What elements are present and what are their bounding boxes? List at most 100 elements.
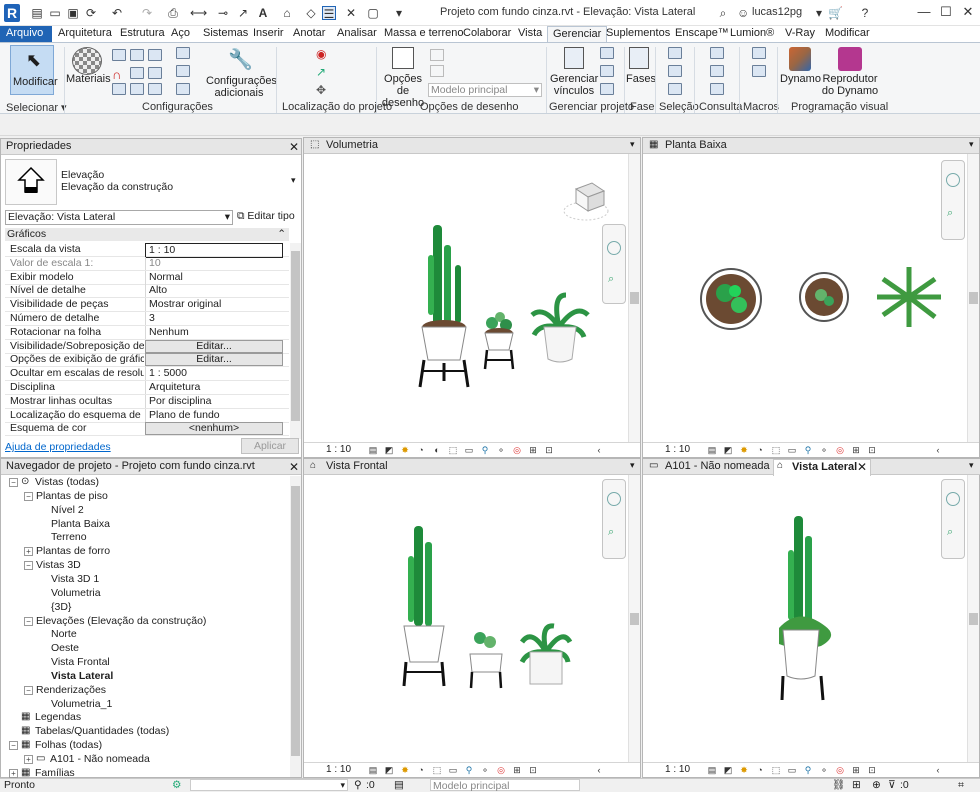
wrench-icon[interactable]: 🔧: [228, 47, 253, 72]
zoom-icon[interactable]: ⌕: [947, 526, 953, 539]
steering-wheel-icon[interactable]: [607, 241, 621, 255]
lock-icon[interactable]: ⚲: [464, 765, 474, 775]
analysis-icon[interactable]: ⊡: [867, 445, 877, 455]
project-units-icon[interactable]: [176, 47, 190, 59]
tab-estrutura[interactable]: Estrutura: [120, 26, 165, 42]
property-value[interactable]: Nenhum: [145, 325, 283, 339]
select-links-icon[interactable]: ⛓: [832, 779, 845, 791]
collapse-icon[interactable]: −: [9, 741, 18, 751]
worksharing-icon[interactable]: ⊞: [528, 445, 538, 455]
zoom-icon[interactable]: ⌕: [608, 526, 614, 539]
view-scrollbar[interactable]: [628, 154, 640, 442]
property-value[interactable]: Mostrar original: [145, 298, 283, 312]
macro-security-icon[interactable]: [752, 65, 766, 77]
shadows-icon[interactable]: ◔: [416, 765, 426, 775]
folder-icon[interactable]: ▭: [48, 6, 62, 20]
phases-icon[interactable]: [629, 47, 649, 69]
expand-icon[interactable]: +: [24, 755, 33, 764]
snaps-icon[interactable]: [130, 49, 144, 61]
help-icon[interactable]: ?: [858, 6, 872, 20]
view-vista-lateral[interactable]: A101 - Não nomeada ▭ Vista Lateral ⌂ ✕ ▾…: [642, 458, 980, 778]
tab-vista[interactable]: Vista: [518, 26, 542, 42]
property-value[interactable]: 1 : 5000: [145, 367, 283, 381]
lock-icon[interactable]: ⚲: [803, 765, 813, 775]
close-icon[interactable]: ✕: [857, 460, 867, 474]
undo-icon[interactable]: ↶: [110, 6, 124, 20]
view-scrollbar[interactable]: [967, 154, 979, 442]
scroll-left-icon[interactable]: ‹: [594, 765, 604, 775]
design-option-status-select[interactable]: Modelo principal: [430, 779, 580, 792]
section-icon[interactable]: ◇: [304, 6, 318, 20]
tab-lumion[interactable]: Lumion®: [730, 26, 774, 42]
tab-inserir[interactable]: Inserir: [253, 26, 284, 42]
navigation-bar[interactable]: ⌕: [602, 479, 626, 559]
lock-icon[interactable]: ⚲: [803, 445, 813, 455]
property-edit-button[interactable]: Editar...: [145, 353, 283, 367]
planta-canvas[interactable]: [643, 155, 968, 443]
frontal-canvas[interactable]: [304, 476, 629, 763]
zoom-icon[interactable]: ⌕: [947, 207, 953, 220]
dimension-icon[interactable]: ⊸: [216, 6, 230, 20]
tab-anotar[interactable]: Anotar: [293, 26, 325, 42]
detail-level-icon[interactable]: ▤: [707, 445, 717, 455]
property-row[interactable]: Esquema de cor <nenhum>: [5, 422, 289, 437]
close-button[interactable]: ✕: [958, 4, 978, 22]
phases-button[interactable]: Fases: [626, 73, 656, 85]
render-icon[interactable]: ◐: [432, 445, 442, 455]
editable-only-icon[interactable]: ⚲: [354, 779, 362, 791]
collapse-icon[interactable]: −: [24, 685, 33, 695]
tree-item[interactable]: Vistas 3D: [36, 559, 81, 572]
chevron-down-icon[interactable]: ▾: [630, 139, 635, 150]
expand-icon[interactable]: +: [24, 547, 33, 557]
location-icon[interactable]: ◉: [316, 47, 326, 61]
property-value[interactable]: Normal: [145, 270, 283, 284]
property-value[interactable]: 3: [145, 312, 283, 325]
additional-settings-button[interactable]: Configurações adicionais: [206, 75, 277, 99]
search-icon[interactable]: ⌕: [716, 6, 730, 20]
tree-item[interactable]: Volumetria_1: [51, 698, 112, 711]
analysis-icon[interactable]: ⊡: [544, 445, 554, 455]
measure-icon[interactable]: ⟷: [190, 6, 207, 20]
object-styles-icon[interactable]: [112, 49, 126, 61]
property-value[interactable]: Plano de fundo: [145, 408, 283, 422]
switch-windows-icon[interactable]: ▢: [366, 6, 380, 20]
modify-button[interactable]: ⬉ Modificar: [10, 45, 58, 95]
apply-button[interactable]: Aplicar: [241, 438, 299, 454]
scroll-thumb[interactable]: [630, 292, 639, 304]
materials-button[interactable]: Materiais: [66, 73, 111, 85]
property-row[interactable]: Visibilidade/Sobreposição de ... Editar..…: [5, 339, 289, 354]
tree-item[interactable]: Elevações (Elevação da construção): [36, 615, 206, 628]
property-row[interactable]: Exibir modelo Normal: [5, 270, 289, 285]
design-option-select[interactable]: Modelo principal ▾: [428, 83, 542, 97]
navigation-bar[interactable]: ⌕: [941, 479, 965, 559]
sync-icon[interactable]: ⟳: [84, 6, 98, 20]
load-selection-icon[interactable]: [668, 65, 682, 77]
show-crop-icon[interactable]: ▭: [464, 445, 474, 455]
worksharing-icon[interactable]: ⊞: [512, 765, 522, 775]
chevron-down-icon[interactable]: ▾: [969, 460, 974, 471]
tab-aco[interactable]: Aço: [171, 26, 190, 42]
starting-view-icon[interactable]: [600, 65, 614, 77]
view-tab-planta-baixa[interactable]: Planta Baixa: [643, 138, 979, 154]
sun-path-icon[interactable]: ✸: [400, 765, 410, 775]
crop-icon[interactable]: ⬚: [432, 765, 442, 775]
tree-item[interactable]: Vista 3D 1: [51, 573, 99, 586]
view-tab-a101[interactable]: A101 - Não nomeada: [643, 459, 773, 475]
property-row[interactable]: Disciplina Arquitetura: [5, 381, 289, 395]
view-tab-volumetria[interactable]: Volumetria: [304, 138, 640, 154]
decal-types-icon[interactable]: [600, 83, 614, 95]
tree-item[interactable]: Volumetria: [51, 587, 101, 600]
visual-style-icon[interactable]: ◩: [384, 445, 394, 455]
scroll-thumb[interactable]: [291, 486, 300, 756]
selecionar-dropdown[interactable]: Selecionar ▾: [6, 101, 67, 114]
property-value[interactable]: Por disciplina: [145, 394, 283, 408]
design-options-icon[interactable]: [392, 47, 414, 69]
dynamo-icon[interactable]: [789, 47, 811, 71]
view-scale[interactable]: 1 : 10: [326, 444, 351, 455]
analysis-icon[interactable]: ⊡: [528, 765, 538, 775]
property-row[interactable]: Localização do esquema de cor Plano de fu…: [5, 408, 289, 423]
worksharing-icon[interactable]: ⊞: [851, 765, 861, 775]
thin-lines-icon[interactable]: ☰: [322, 6, 336, 21]
property-row[interactable]: Mostrar linhas ocultas Por disciplina: [5, 394, 289, 409]
purge-icon[interactable]: [148, 83, 162, 95]
